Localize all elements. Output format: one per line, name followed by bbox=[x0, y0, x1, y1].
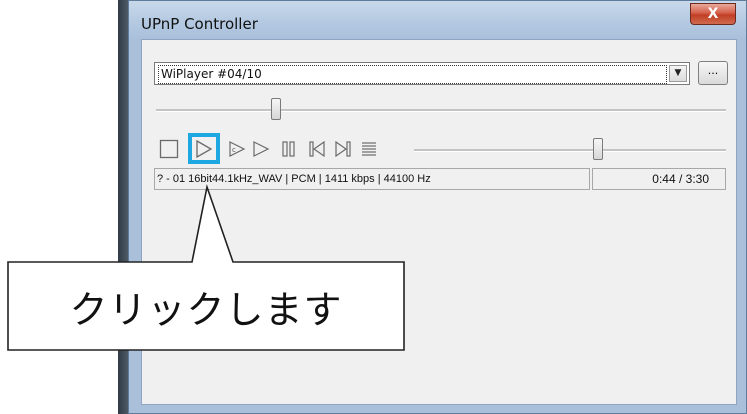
play-button-highlight bbox=[188, 133, 220, 164]
window-title: UPnP Controller bbox=[141, 15, 258, 33]
upnp-controller-window: UPnP Controller X WiPlayer #04/10 ▼ ... bbox=[128, 0, 747, 414]
playlist-button[interactable] bbox=[358, 137, 380, 161]
volume-slider-thumb[interactable] bbox=[593, 138, 604, 160]
title-bar[interactable]: UPnP Controller X bbox=[129, 1, 746, 39]
previous-icon bbox=[309, 140, 325, 158]
seek-slider-track[interactable] bbox=[156, 109, 726, 112]
continuous-play-icon: c bbox=[229, 141, 246, 157]
close-button[interactable]: X bbox=[690, 3, 736, 25]
close-icon: X bbox=[707, 6, 719, 22]
svg-text:c: c bbox=[232, 146, 236, 154]
stop-icon bbox=[159, 139, 179, 159]
client-area: WiPlayer #04/10 ▼ ... c ? - 01 16bit44.1… bbox=[141, 39, 737, 405]
more-button[interactable]: ... bbox=[698, 61, 728, 85]
volume-slider-track[interactable] bbox=[414, 149, 726, 152]
next-icon bbox=[335, 140, 351, 158]
stop-button[interactable] bbox=[158, 137, 180, 161]
time-display: 0:44 / 3:30 bbox=[592, 168, 726, 190]
pause-button[interactable] bbox=[278, 137, 300, 161]
seek-slider-thumb[interactable] bbox=[270, 98, 281, 120]
play-outline-button[interactable] bbox=[250, 137, 272, 161]
next-button[interactable] bbox=[332, 137, 354, 161]
callout-text: クリックします bbox=[69, 287, 343, 332]
previous-button[interactable] bbox=[306, 137, 328, 161]
chevron-down-icon[interactable]: ▼ bbox=[669, 65, 687, 82]
track-info: ? - 01 16bit44.1kHz_WAV | PCM | 1411 kbp… bbox=[154, 168, 590, 190]
pause-icon bbox=[282, 141, 295, 157]
renderer-select[interactable]: WiPlayer #04/10 ▼ bbox=[154, 62, 690, 85]
play-outline-icon bbox=[253, 141, 270, 157]
continuous-play-button[interactable]: c bbox=[226, 137, 248, 161]
playlist-icon bbox=[362, 142, 376, 156]
renderer-select-value: WiPlayer #04/10 bbox=[158, 65, 667, 84]
